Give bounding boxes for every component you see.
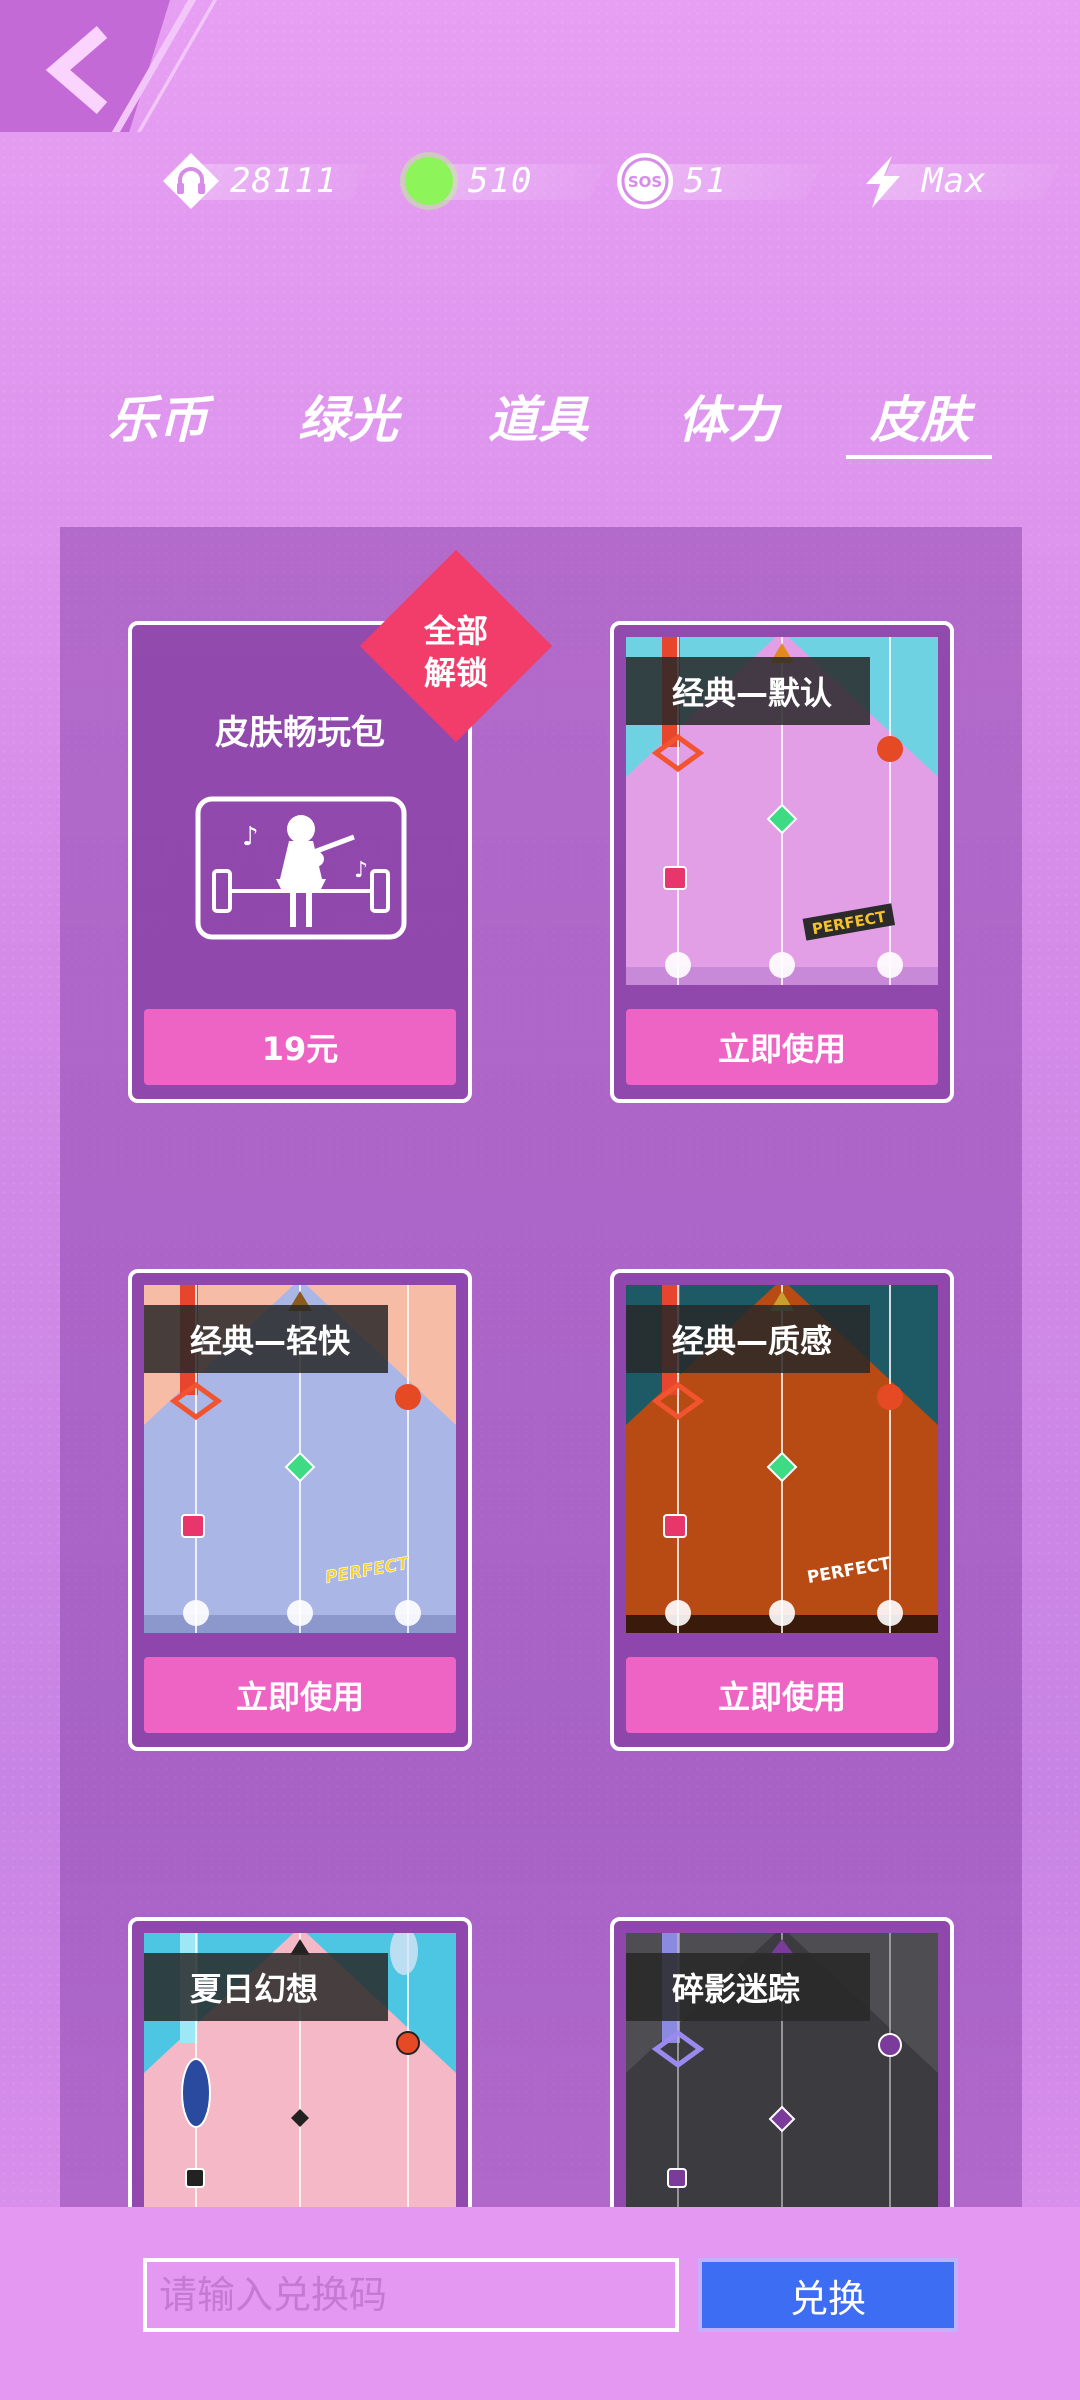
svg-text:♪: ♪	[354, 858, 368, 883]
skin-card[interactable]: 夏日幻想	[128, 1917, 472, 2207]
tab-skins[interactable]: 皮肤	[860, 380, 980, 452]
stat-value: 28111	[230, 161, 338, 201]
stat-sos: SOS 51	[614, 148, 823, 214]
skin-title: 经典—质感	[626, 1305, 870, 1373]
skin-title: 夏日幻想	[144, 1953, 388, 2021]
active-tab-indicator	[846, 455, 992, 459]
bundle-title: 皮肤畅玩包	[215, 713, 385, 753]
skin-preview: 夏日幻想	[144, 1933, 456, 2207]
sos-icon: SOS	[617, 153, 673, 209]
skin-card[interactable]: PERFECT 经典—默认 立即使用	[610, 621, 954, 1103]
tab-items[interactable]: 道具	[478, 380, 598, 452]
skin-card[interactable]: PERFECT 经典—轻快 立即使用	[128, 1269, 472, 1751]
tab-coins[interactable]: 乐币	[98, 380, 218, 452]
svg-text:♪: ♪	[242, 822, 259, 852]
use-skin-button[interactable]: 立即使用	[144, 1657, 456, 1733]
green-light-icon	[400, 152, 458, 210]
skin-preview: PERFECT 经典—默认	[626, 637, 938, 985]
skin-preview: 碎影迷踪	[626, 1933, 938, 2207]
skin-grid-panel[interactable]: 皮肤畅玩包 ♪ ♪ 19元 PERFECT 经典—默认 立即使用 PERFECT…	[60, 527, 1022, 2207]
tab-bar: 乐币 绿光 道具 体力 皮肤	[0, 380, 1080, 450]
headphones-icon	[163, 153, 219, 209]
skin-preview: PERFECT 经典—质感	[626, 1285, 938, 1633]
skin-card[interactable]: 碎影迷踪	[610, 1917, 954, 2207]
skin-preview: PERFECT 经典—轻快	[144, 1285, 456, 1633]
svg-text:SOS: SOS	[628, 173, 662, 191]
redeem-code-input[interactable]	[143, 2258, 679, 2332]
badge-line: 解锁	[423, 654, 488, 692]
stat-coins: 28111	[160, 148, 370, 214]
skin-title: 经典—轻快	[144, 1305, 388, 1373]
unlock-all-badge-text: 全部 解锁	[406, 610, 506, 694]
tab-green-light[interactable]: 绿光	[288, 380, 408, 452]
badge-line: 全部	[423, 612, 488, 650]
use-skin-button[interactable]: 立即使用	[626, 1009, 938, 1085]
skin-card[interactable]: PERFECT 经典—质感 立即使用	[610, 1269, 954, 1751]
stat-value: 51	[684, 161, 727, 201]
stat-green-light: 510	[398, 148, 607, 214]
stat-value: Max	[922, 161, 987, 201]
stat-energy: Max	[852, 148, 1062, 214]
energy-icon	[866, 156, 900, 208]
chevron-left-icon[interactable]	[34, 20, 124, 120]
stat-value: 510	[468, 161, 533, 201]
girl-guitar-icon: ♪ ♪	[195, 796, 407, 940]
tab-stamina[interactable]: 体力	[668, 380, 788, 452]
redeem-button[interactable]: 兑换	[698, 2258, 958, 2332]
skin-title: 经典—默认	[626, 657, 870, 725]
use-skin-button[interactable]: 立即使用	[626, 1657, 938, 1733]
buy-bundle-button[interactable]: 19元	[144, 1009, 456, 1085]
skin-title: 碎影迷踪	[626, 1953, 870, 2021]
